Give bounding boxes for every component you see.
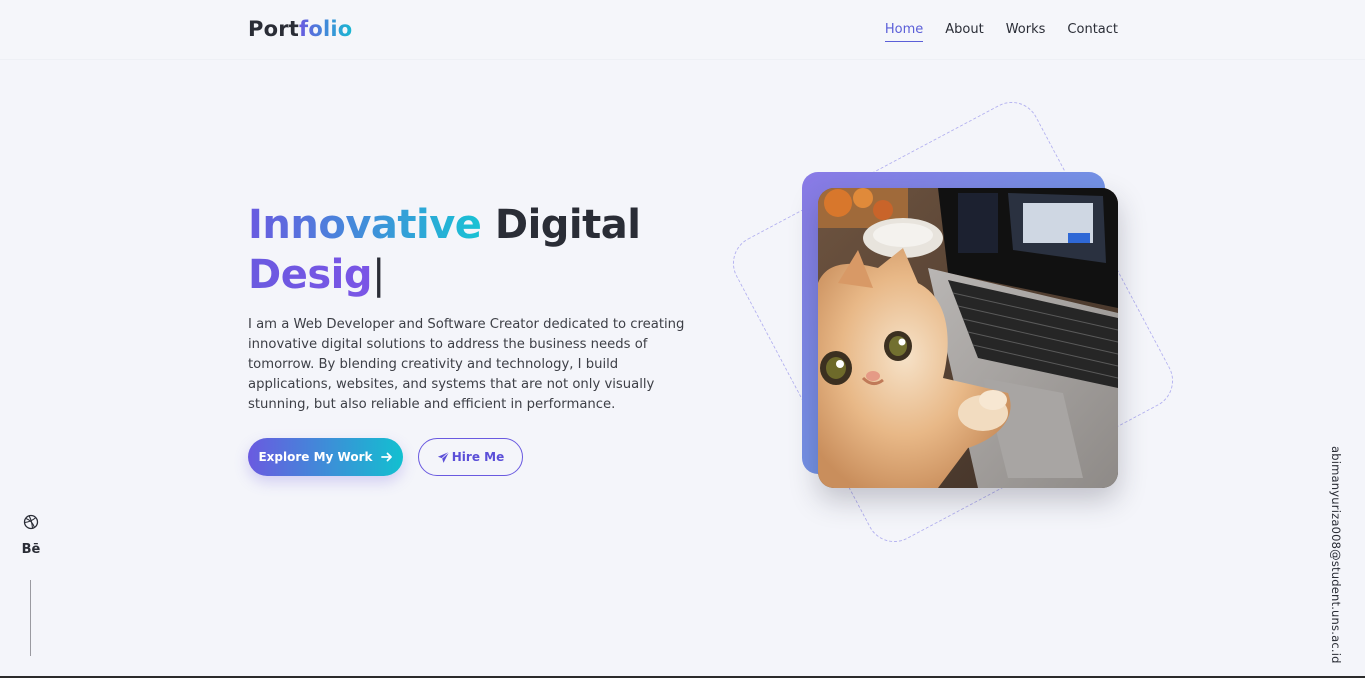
explore-my-work-button[interactable]: Explore My Work: [248, 438, 403, 476]
social-links: Bē: [20, 514, 42, 557]
nav-works[interactable]: Works: [1006, 22, 1046, 42]
nav-home[interactable]: Home: [884, 22, 924, 42]
cat-laptop-illustration: [818, 188, 1118, 488]
logo-part-accent: folio: [299, 17, 353, 41]
typing-cursor: |: [371, 252, 385, 298]
behance-icon[interactable]: Bē: [22, 542, 41, 557]
logo-part-dark: Port: [248, 17, 300, 41]
email-link[interactable]: abimanyuriza008@student.uns.ac.id: [1329, 446, 1343, 664]
social-divider-line: [30, 580, 31, 656]
hero-title-word-innovative: Innovative: [248, 202, 482, 248]
paper-plane-icon: [437, 451, 450, 463]
hero-title: Innovative Digital Desig|: [248, 200, 728, 300]
profile-image: [818, 188, 1118, 488]
arrow-right-icon: [380, 452, 392, 462]
hero-description: I am a Web Developer and Software Creato…: [248, 317, 685, 412]
nav-about[interactable]: About: [945, 22, 983, 42]
hire-me-label: Hire Me: [451, 450, 505, 464]
hero-title-word-digital: Digital: [494, 202, 641, 248]
hire-me-button[interactable]: Hire Me: [418, 438, 523, 476]
logo[interactable]: Portfolio: [248, 17, 352, 41]
site-header: Portfolio Home About Works Contact: [0, 0, 1365, 60]
main-nav: Home About Works Contact: [884, 22, 1118, 42]
hero-title-typed-text: Desig: [248, 252, 372, 298]
dribbble-icon[interactable]: [23, 514, 39, 530]
explore-my-work-label: Explore My Work: [258, 450, 373, 464]
nav-contact[interactable]: Contact: [1067, 22, 1118, 42]
